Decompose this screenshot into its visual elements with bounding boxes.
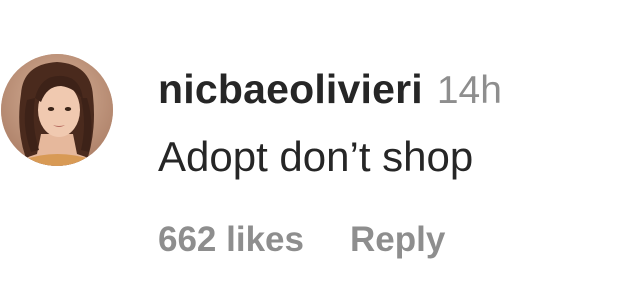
comment-text: Adopt don’t shop xyxy=(158,133,474,180)
comment-item: nicbaeolivieri 14h Adopt don’t shop 662 … xyxy=(0,0,634,300)
likes-count[interactable]: 662 likes xyxy=(158,220,304,260)
comment-actions: 662 likes Reply xyxy=(158,220,445,260)
reply-button[interactable]: Reply xyxy=(350,220,445,260)
username-link[interactable]: nicbaeolivieri xyxy=(158,66,423,113)
avatar[interactable] xyxy=(1,54,113,166)
timestamp[interactable]: 14h xyxy=(437,69,502,113)
avatar-image xyxy=(1,54,113,166)
comment-header: nicbaeolivieri 14h xyxy=(158,66,502,118)
